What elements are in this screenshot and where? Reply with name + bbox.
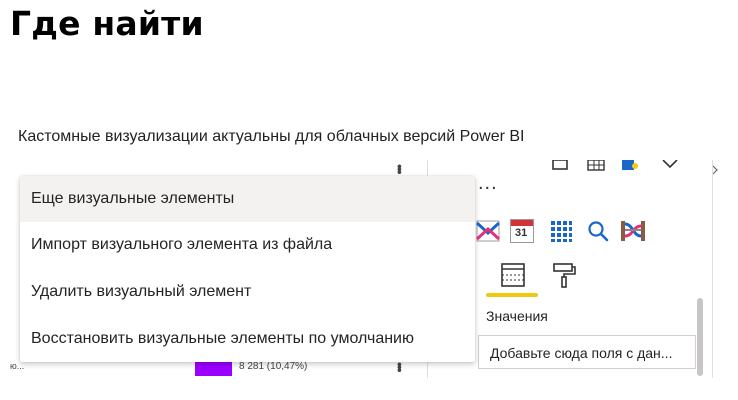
more-visuals-ellipsis[interactable]: ... [478,172,498,195]
values-section-label: Значения [486,308,548,324]
table-visual-icon-top[interactable] [586,160,606,180]
fields-tab-icon[interactable] [499,261,527,289]
card-visual-icon-top[interactable] [620,160,640,180]
active-tab-indicator [486,293,538,297]
matrix-visual-icon[interactable] [549,219,573,243]
pane-right-border [712,160,713,378]
values-well-placeholder: Добавьте сюда поля с дан... [490,345,673,361]
visuals-context-menu: Еще визуальные элементы Импорт визуально… [20,176,475,362]
bar-data-label: 8 281 (10,47%) [239,361,308,372]
menu-item-more-visuals[interactable]: Еще визуальные элементы [20,176,475,222]
sankey-chart-icon[interactable] [620,219,646,243]
ribbon-chart-icon[interactable] [476,219,500,243]
visual-icon-top-1[interactable] [550,160,570,180]
calendar-icon[interactable]: 31 [510,219,534,243]
caption-text: Кастомные визуализации актуальны для обл… [18,128,525,145]
menu-item-remove-visual[interactable]: Удалить визуальный элемент [20,269,475,315]
pane-edge-icon [712,165,718,175]
axis-label: ю... [10,361,25,371]
visual-icon-top-4[interactable] [660,160,680,180]
values-field-well[interactable]: Добавьте сюда поля с дан... [478,335,696,369]
calendar-icon-header [511,220,533,226]
pane-scrollbar[interactable] [697,298,703,376]
menu-item-restore-default-visuals[interactable]: Восстановить визуальные элементы по умол… [20,316,475,362]
more-options-icon-bottom[interactable]: ••• [392,362,408,371]
page-title: Где найти [10,4,204,43]
search-icon[interactable] [586,219,610,243]
calendar-day: 31 [515,227,528,239]
menu-item-import-visual-from-file[interactable]: Импорт визуального элемента из файла [20,222,475,268]
format-paint-roller-icon[interactable] [550,261,578,289]
more-options-icon[interactable]: ••• [392,164,408,173]
